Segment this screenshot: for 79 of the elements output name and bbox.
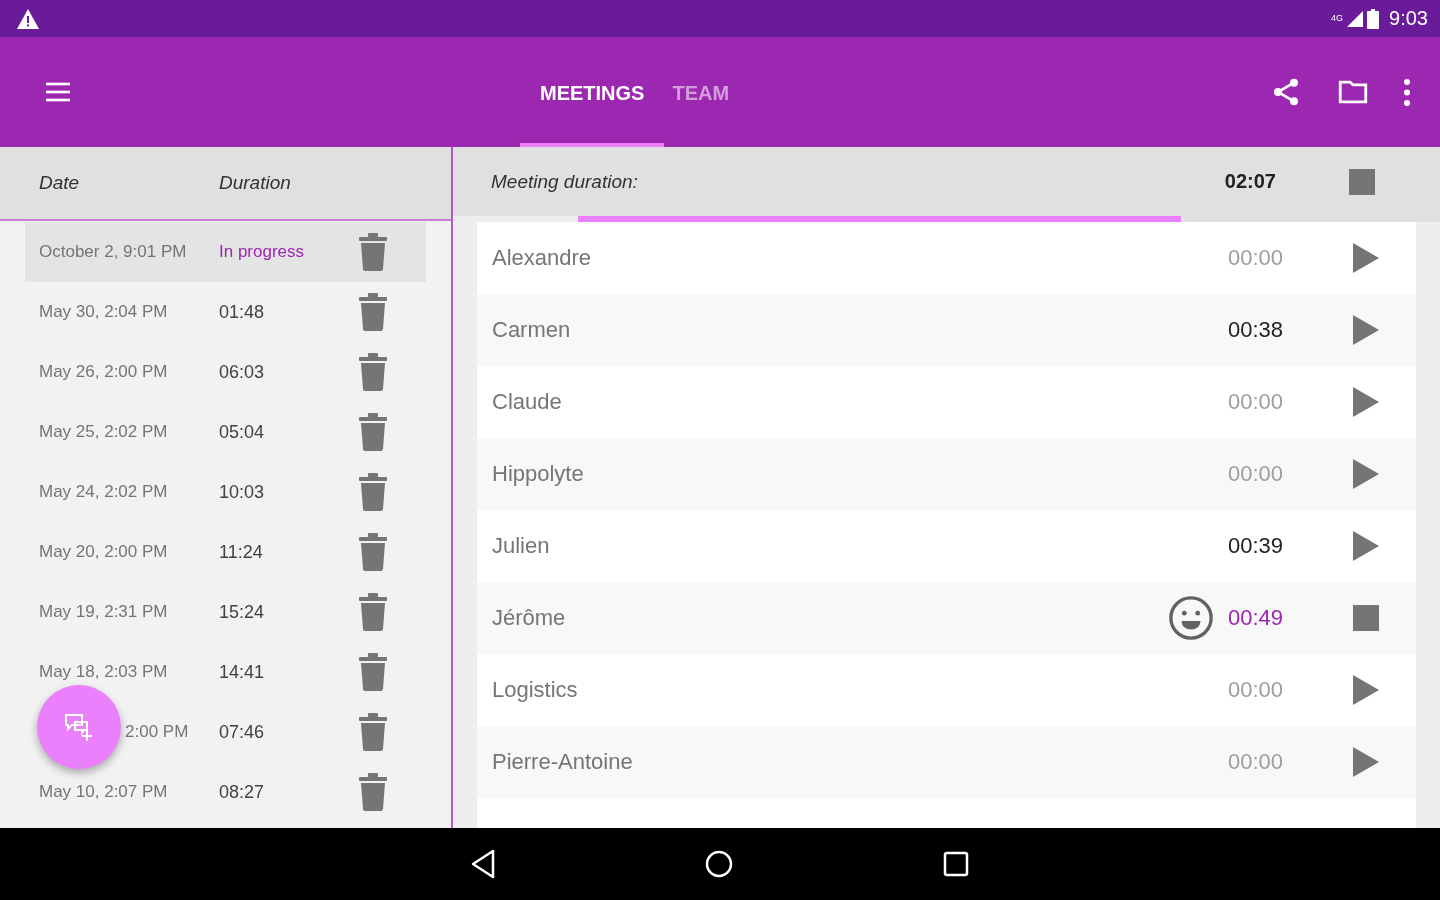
member-name: Julien [492, 533, 551, 559]
meeting-date: May 19, 2:31 PM [39, 602, 169, 622]
member-time: 00:49 [1228, 605, 1285, 631]
meeting-duration: 08:27 [219, 781, 266, 803]
delete-button[interactable] [359, 293, 387, 331]
delete-button[interactable] [359, 413, 387, 451]
member-time: 00:00 [1228, 389, 1285, 415]
more-icon [1404, 78, 1410, 106]
warning-icon [16, 7, 40, 30]
meeting-duration: 05:04 [219, 421, 266, 443]
meeting-date: May 24, 2:02 PM [39, 482, 169, 502]
delete-button[interactable] [359, 773, 387, 811]
meeting-date: October 2, 9:01 PM [39, 242, 188, 262]
member-name: Hippolyte [492, 461, 585, 487]
signal-icon [1347, 9, 1364, 28]
member-name: Pierre-Antoine [492, 749, 634, 775]
play-button[interactable] [1352, 315, 1380, 345]
meeting-duration: 06:03 [219, 361, 266, 383]
meeting-date: May 20, 2:00 PM [39, 542, 169, 562]
member-name: Logistics [492, 677, 579, 703]
member-row[interactable]: Carmen 00:38 [477, 294, 1416, 366]
play-button[interactable] [1352, 747, 1380, 777]
member-time: 00:38 [1228, 317, 1285, 343]
member-row[interactable]: Jérôme 00:49 [477, 582, 1416, 654]
battery-icon [1367, 8, 1380, 29]
meeting-duration: 07:46 [219, 721, 266, 743]
meeting-date: May 26, 2:00 PM [39, 362, 169, 382]
member-time: 00:00 [1228, 461, 1285, 487]
meeting-date: May 25, 2:02 PM [39, 422, 169, 442]
tab[interactable]: TEAM [672, 37, 793, 147]
member-time: 00:00 [1228, 245, 1285, 271]
meeting-date: May 30, 2:04 PM [39, 302, 169, 322]
member-name: Claude [492, 389, 563, 415]
member-time: 00:00 [1228, 749, 1285, 775]
member-row[interactable]: Logistics 00:00 [477, 654, 1416, 726]
delete-button[interactable] [359, 533, 387, 571]
play-button[interactable] [1352, 531, 1380, 561]
column-header: Date [39, 172, 81, 194]
meeting-duration: 11:24 [219, 541, 264, 563]
meeting-duration: 01:48 [219, 301, 266, 323]
member-row[interactable]: Hippolyte 00:00 [477, 438, 1416, 510]
member-row[interactable]: Alexandre 00:00 [477, 222, 1416, 294]
delete-button[interactable] [359, 593, 387, 631]
member-time: 00:00 [1228, 677, 1285, 703]
meeting-date: May 10, 2:07 PM [39, 782, 169, 802]
delete-button[interactable] [359, 233, 387, 271]
delete-button[interactable] [359, 713, 387, 751]
meeting-duration: In progress [219, 242, 306, 262]
play-button[interactable] [1352, 243, 1380, 273]
network-type: 4G [1331, 13, 1344, 23]
column-header: Duration [219, 172, 291, 194]
play-button[interactable] [1352, 387, 1380, 417]
meeting-duration-value: 02:07 [1224, 170, 1276, 194]
stop-button[interactable] [1348, 166, 1376, 197]
delete-button[interactable] [359, 353, 387, 391]
meeting-duration: 15:24 [219, 601, 266, 623]
member-name: Alexandre [492, 245, 593, 271]
meeting-duration: 14:41 [219, 661, 266, 683]
delete-button[interactable] [359, 473, 387, 511]
delete-button[interactable] [359, 653, 387, 691]
meeting-duration-label: Meeting duration: [491, 170, 639, 193]
chat-add-icon [63, 711, 95, 743]
play-button[interactable] [1352, 675, 1380, 705]
meeting-row[interactable]: October 2, 9:01 PM In progress [25, 222, 426, 282]
meeting-duration: 10:03 [219, 481, 266, 503]
new-meeting-button[interactable] [37, 685, 121, 769]
meeting-date: May 18, 2:03 PM [39, 662, 169, 682]
member-row[interactable]: Claude 00:00 [477, 366, 1416, 438]
meeting-date: 2:00 PM [125, 722, 190, 742]
clock: 9:03 [1389, 7, 1428, 30]
smiley-icon [1168, 595, 1214, 641]
member-row[interactable]: Pierre-Antoine 00:00 [477, 726, 1416, 798]
more-button[interactable] [1402, 76, 1412, 108]
member-name: Jérôme [492, 605, 567, 631]
member-time: 00:39 [1228, 533, 1285, 559]
member-row[interactable]: Julien 00:39 [477, 510, 1416, 582]
play-button[interactable] [1352, 459, 1380, 489]
member-name: Carmen [492, 317, 572, 343]
stop-button[interactable] [1352, 603, 1380, 633]
